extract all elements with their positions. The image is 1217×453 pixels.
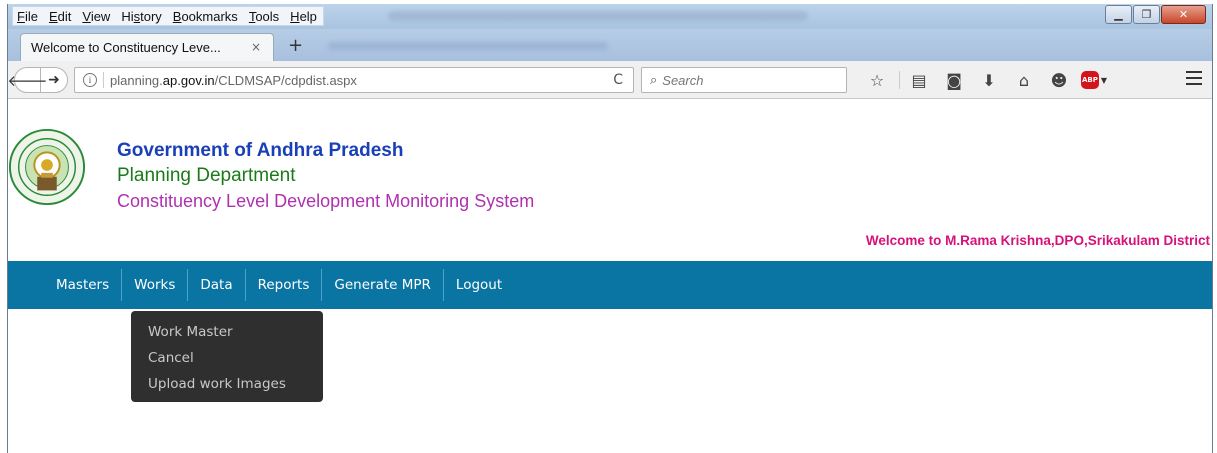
url-text: planning.ap.gov.in/CLDMSAP/cdpdist.aspx: [110, 72, 357, 88]
menu-bookmarks[interactable]: Bookmarks: [173, 9, 238, 24]
reload-icon[interactable]: C: [613, 72, 623, 88]
minimize-icon[interactable]: ▁: [1105, 5, 1132, 24]
forward-icon[interactable]: ➜: [41, 72, 67, 88]
welcome-message: Welcome to M.Rama Krishna,DPO,Srikakulam…: [865, 233, 1210, 248]
toolbar-icons: ☆ ▤ ◙ ⬇ ⌂ ☻ ABP ▼: [864, 69, 1121, 91]
chat-icon[interactable]: ☻: [1046, 69, 1072, 91]
search-icon: ⌕: [650, 72, 658, 88]
andhra-pradesh-emblem-icon: [8, 128, 86, 206]
tab-welcome[interactable]: Welcome to Constituency Leve... ×: [20, 33, 274, 61]
adblock-icon[interactable]: ABP ▼: [1081, 70, 1107, 90]
new-tab-button[interactable]: +: [288, 35, 303, 56]
tab-strip: Welcome to Constituency Leve... × +: [8, 29, 1212, 61]
maximize-icon[interactable]: ❐: [1133, 5, 1160, 24]
menu-bar: File Edit View History Bookmarks Tools H…: [12, 6, 324, 26]
menu-edit[interactable]: Edit: [49, 9, 71, 24]
info-icon[interactable]: i: [83, 73, 97, 87]
main-navigation: Masters Works Data Reports Generate MPR …: [8, 261, 1212, 309]
tab-title: Welcome to Constituency Leve...: [31, 40, 221, 55]
works-dropdown-menu: Work Master Cancel Upload work Images: [131, 311, 323, 402]
url-bar[interactable]: i planning.ap.gov.in/CLDMSAP/cdpdist.asp…: [74, 67, 634, 93]
menu-help[interactable]: Help: [290, 9, 317, 24]
menu-item-work-master[interactable]: Work Master: [131, 319, 323, 345]
bookmark-star-icon[interactable]: ☆: [864, 69, 890, 91]
nav-logout[interactable]: Logout: [444, 261, 514, 309]
menu-history[interactable]: History: [121, 9, 161, 24]
title-bar: File Edit View History Bookmarks Tools H…: [8, 4, 1212, 29]
search-box[interactable]: ⌕: [641, 67, 847, 93]
menu-icon[interactable]: [1186, 71, 1202, 89]
nav-reports[interactable]: Reports: [246, 261, 322, 309]
browser-window: File Edit View History Bookmarks Tools H…: [7, 4, 1213, 453]
menu-tools[interactable]: Tools: [249, 9, 279, 24]
reading-list-icon[interactable]: ▤: [906, 69, 932, 91]
menu-item-upload-work-images[interactable]: Upload work Images: [131, 371, 323, 397]
download-icon[interactable]: ⬇: [976, 69, 1002, 91]
navigation-bar: 🡐 ➜ i planning.ap.gov.in/CLDMSAP/cdpdist…: [8, 61, 1212, 99]
system-name: Constituency Level Development Monitorin…: [117, 191, 535, 211]
pocket-icon[interactable]: ◙: [941, 69, 967, 91]
close-window-icon[interactable]: ✕: [1161, 5, 1206, 24]
search-input[interactable]: [662, 72, 823, 88]
department-name: Planning Department: [117, 165, 296, 186]
nav-works[interactable]: Works: [122, 261, 187, 309]
menu-view[interactable]: View: [82, 9, 110, 24]
blurred-tabs: [328, 42, 608, 50]
web-page: Government of Andhra Pradesh Planning De…: [8, 100, 1212, 453]
nav-data[interactable]: Data: [188, 261, 244, 309]
tab-close-icon[interactable]: ×: [251, 40, 261, 54]
window-controls: ▁ ❐ ✕: [1104, 5, 1206, 24]
window-title-blurred: [388, 11, 808, 21]
nav-masters[interactable]: Masters: [44, 261, 121, 309]
page-title: Government of Andhra Pradesh: [117, 140, 404, 161]
back-forward-group: 🡐 ➜: [8, 67, 68, 93]
menu-item-cancel[interactable]: Cancel: [131, 345, 323, 371]
back-icon[interactable]: 🡐: [8, 67, 48, 93]
home-icon[interactable]: ⌂: [1011, 69, 1037, 91]
menu-file[interactable]: File: [17, 9, 38, 24]
nav-generate-mpr[interactable]: Generate MPR: [322, 261, 443, 309]
